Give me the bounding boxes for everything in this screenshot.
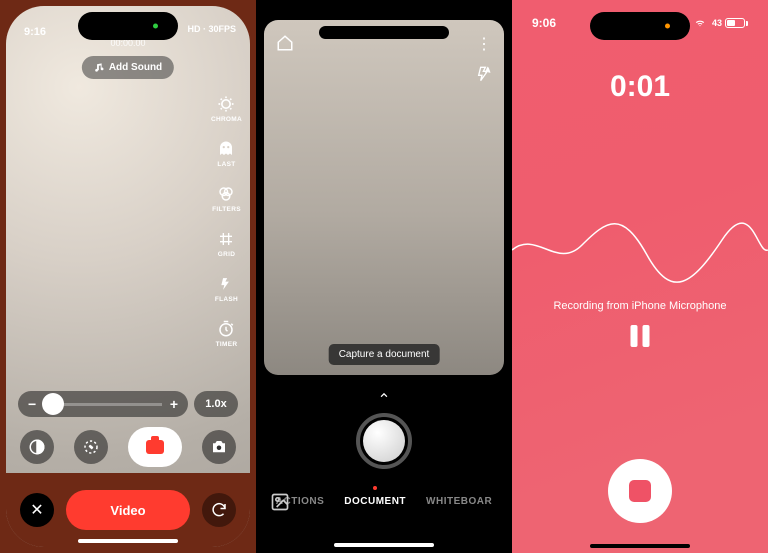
flip-icon [210,501,228,519]
close-button[interactable]: ✕ [20,493,54,527]
expand-options[interactable] [376,390,392,400]
flash-auto-icon: A [476,64,492,84]
pause-icon [631,325,638,347]
focus-button[interactable] [74,430,108,464]
mode-selector: ACTIONS DOCUMENT WHITEBOAR [256,496,512,507]
zoom-slider[interactable]: − + [18,391,188,417]
home-indicator[interactable] [590,544,690,548]
ghost-icon [216,139,236,159]
chroma-label: CHROMA [211,116,242,123]
capture-hint: Capture a document [329,344,440,365]
grid-tool[interactable]: GRID [211,229,242,258]
timer-tool[interactable]: TIMER [211,319,242,348]
more-menu-button[interactable]: ⋮ [476,34,492,54]
last-tool[interactable]: LAST [211,139,242,168]
chroma-tool[interactable]: CHROMA [211,94,242,123]
shutter-icon [363,420,405,462]
waveform [512,200,768,290]
last-label: LAST [217,161,235,168]
gallery-button[interactable] [270,492,290,512]
record-button[interactable] [128,427,182,467]
voice-recorder-app: 9:06 43 0:01 Recording from iPhone Micro… [512,0,768,553]
bottom-bar: ✕ Video [6,473,250,547]
status-time: 9:16 [24,26,46,38]
record-icon [146,440,164,454]
filters-label: FILTERS [212,206,241,213]
dynamic-island [319,26,449,39]
home-button[interactable] [276,34,294,52]
add-sound-button[interactable]: Add Sound [82,56,174,79]
chevron-up-icon [376,390,392,400]
focus-icon [82,438,100,456]
grid-label: GRID [218,251,235,258]
battery-indicator: 43 [712,18,748,28]
document-scan-app: ⋮ A Capture a document ACTIONS DOCUMENT … [256,0,512,553]
timer-label: TIMER [216,341,238,348]
recording-source-label: Recording from iPhone Microphone [512,300,768,312]
flash-tool[interactable]: FLASH [211,274,242,303]
mode-whiteboard[interactable]: WHITEBOAR [426,496,492,507]
filters-tool[interactable]: FILTERS [211,184,242,213]
zoom-value-button[interactable]: 1.0x [194,391,238,417]
photo-button[interactable] [202,430,236,464]
video-recorder-app: 9:16 00:00.00 00:00.00 HD · 30FPS Add So… [0,0,256,553]
music-note-icon [94,62,105,73]
flip-camera-button[interactable] [202,493,236,527]
add-sound-label: Add Sound [109,62,162,73]
recording-timer: 0:01 [512,70,768,104]
stop-icon [629,480,651,502]
mode-pill[interactable]: Video [66,490,190,530]
tool-rail: CHROMA LAST FILTERS GRID FLASH TIMER [211,94,242,348]
camera-viewport: 9:16 00:00.00 00:00.00 HD · 30FPS Add So… [6,6,250,547]
dynamic-island [78,12,178,40]
more-vertical-icon: ⋮ [476,36,492,53]
timer-icon [216,319,236,339]
home-icon [276,34,294,52]
pause-icon [643,325,650,347]
home-indicator[interactable] [334,543,434,547]
capture-button[interactable] [356,413,412,469]
dynamic-island [590,12,690,40]
stop-button[interactable] [608,459,672,523]
zoom-out-icon[interactable]: − [28,396,36,412]
filters-icon [216,184,236,204]
exposure-button[interactable] [20,430,54,464]
grid-icon [216,229,236,249]
flash-toggle[interactable]: A [476,64,492,84]
flash-label: FLASH [215,296,238,303]
close-icon: ✕ [30,500,43,520]
exposure-icon [28,438,46,456]
shutter-row [18,427,238,467]
home-indicator[interactable] [78,539,178,543]
status-time: 9:06 [532,16,556,30]
chroma-icon [216,94,236,114]
quality-selector[interactable]: HD · 30FPS [187,24,236,34]
flash-icon [216,274,236,294]
zoom-track[interactable] [44,403,162,406]
mode-document[interactable]: DOCUMENT [344,496,406,507]
svg-text:A: A [486,68,490,74]
wifi-icon [693,18,707,28]
pause-button[interactable] [631,325,650,347]
camera-icon [210,438,228,456]
gallery-icon [270,492,290,512]
zoom-knob[interactable] [42,393,64,415]
camera-viewport: ⋮ A Capture a document [264,20,504,375]
battery-pct: 43 [712,18,722,28]
zoom-in-icon[interactable]: + [170,396,178,412]
